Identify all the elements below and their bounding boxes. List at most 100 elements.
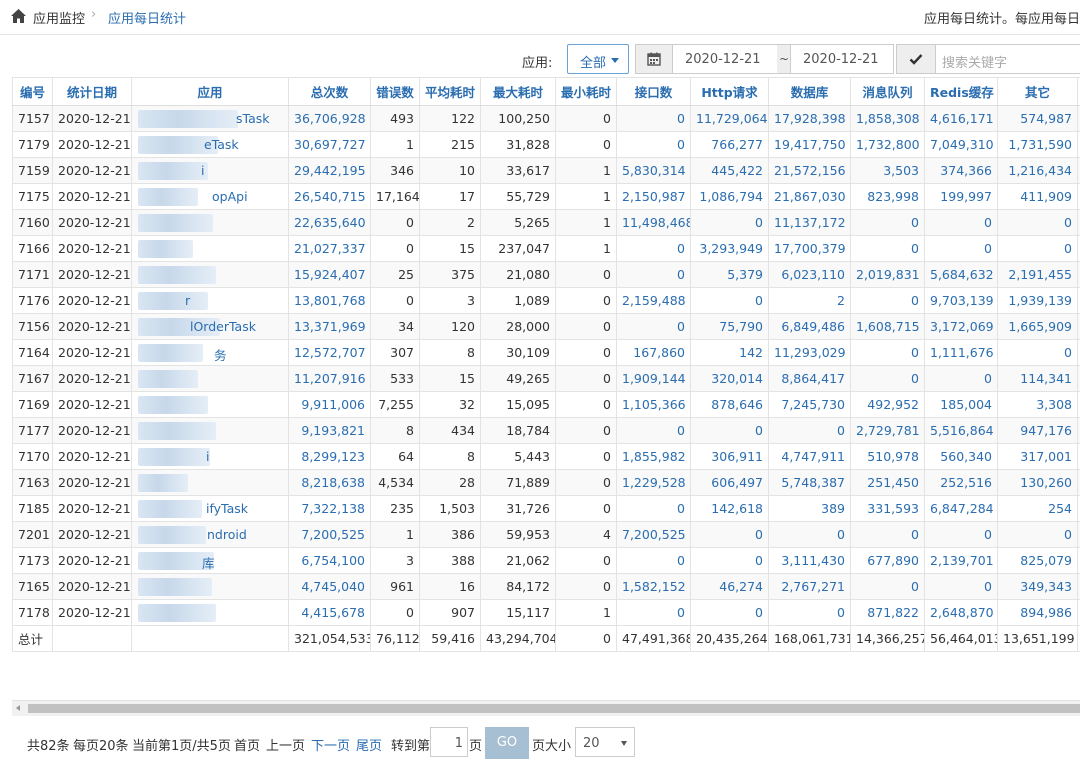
row-value[interactable]: 167,860 xyxy=(616,339,691,366)
row-value[interactable]: 947,176 xyxy=(997,417,1078,444)
row-value[interactable]: 12,572,707 xyxy=(288,339,371,366)
app-name-cell[interactable]: 务 xyxy=(131,339,289,366)
row-value[interactable]: 21,867,030 xyxy=(768,183,851,210)
row-value[interactable]: 114,341 xyxy=(997,365,1078,392)
calendar-button[interactable] xyxy=(635,44,673,74)
row-value[interactable]: 4,747,911 xyxy=(768,443,851,470)
app-name[interactable]: lOrderTask xyxy=(190,319,256,334)
app-name-cell[interactable] xyxy=(131,365,289,392)
app-name[interactable]: 库 xyxy=(202,553,215,572)
app-name-cell[interactable]: ndroid xyxy=(131,521,289,548)
row-value[interactable]: 252,516 xyxy=(924,469,998,496)
page-size-select[interactable]: 20 xyxy=(575,727,635,757)
row-value[interactable]: 251,450 xyxy=(850,469,925,496)
row-value[interactable]: 2,191,455 xyxy=(997,261,1078,288)
row-value[interactable]: 0 xyxy=(616,235,691,262)
row-value[interactable]: 0 xyxy=(690,521,769,548)
row-value[interactable]: 0 xyxy=(616,547,691,574)
table-row[interactable]: 7157 2020-12-21 sTask 36,706,928 493 122 100,2… xyxy=(12,105,1080,132)
search-input[interactable]: 搜索关键字 xyxy=(935,44,1080,74)
table-row[interactable]: 7173 2020-12-21 库 6,754,100 3 388 21,062 0 0 0 3,1… xyxy=(12,547,1080,574)
row-value[interactable]: 3,172,069 xyxy=(924,313,998,340)
table-row[interactable]: 7179 2020-12-21 eTask 30,697,727 1 215 31,828 0… xyxy=(12,131,1080,158)
row-value[interactable]: 5,516,864 xyxy=(924,417,998,444)
row-value[interactable]: 317,001 xyxy=(997,443,1078,470)
end-date-input[interactable]: 2020-12-21 xyxy=(790,44,894,74)
row-value[interactable]: 0 xyxy=(690,417,769,444)
first-page-link[interactable]: 首页 xyxy=(234,735,260,754)
scrollbar-thumb[interactable] xyxy=(28,704,1080,713)
row-value[interactable]: 5,684,632 xyxy=(924,261,998,288)
row-value[interactable]: 8,864,417 xyxy=(768,365,851,392)
row-value[interactable]: 0 xyxy=(850,339,925,366)
row-value[interactable]: 0 xyxy=(690,547,769,574)
row-value[interactable]: 331,593 xyxy=(850,495,925,522)
row-value[interactable]: 3,503 xyxy=(850,157,925,184)
row-value[interactable]: 0 xyxy=(690,209,769,236)
col-header-redis[interactable]: Redis缓存 xyxy=(924,77,998,106)
row-value[interactable]: 7,200,525 xyxy=(616,521,691,548)
row-value[interactable]: 0 xyxy=(616,495,691,522)
table-row[interactable]: 7171 2020-12-21 15,924,407 25 375 21,080 0 0 5,3… xyxy=(12,261,1080,288)
table-row[interactable]: 7185 2020-12-21 ifyTask 7,322,138 235 1,503 31… xyxy=(12,495,1080,522)
table-row[interactable]: 7159 2020-12-21 i 29,442,195 346 10 33,617 1 5,8… xyxy=(12,157,1080,184)
goto-page-input[interactable]: 1 xyxy=(430,727,468,757)
table-row[interactable]: 7201 2020-12-21 ndroid 7,200,525 1 386 59,953 4… xyxy=(12,521,1080,548)
app-select[interactable]: 全部 xyxy=(567,44,629,74)
row-value[interactable]: 46,274 xyxy=(690,573,769,600)
table-row[interactable]: 7167 2020-12-21 11,207,916 533 15 49,265 0 1,90… xyxy=(12,365,1080,392)
row-value[interactable]: 17,928,398 xyxy=(768,105,851,132)
row-value[interactable]: 6,754,100 xyxy=(288,547,371,574)
row-value[interactable]: 2,150,987 xyxy=(616,183,691,210)
row-value[interactable]: 0 xyxy=(850,235,925,262)
app-name[interactable]: ifyTask xyxy=(206,501,248,516)
app-name-cell[interactable]: eTask xyxy=(131,131,289,158)
row-value[interactable]: 11,498,468 xyxy=(616,209,691,236)
row-value[interactable]: 2 xyxy=(768,287,851,314)
app-name[interactable]: opApi xyxy=(212,189,248,204)
row-value[interactable]: 4,616,171 xyxy=(924,105,998,132)
table-row[interactable]: 7176 2020-12-21 r 13,801,768 0 3 1,089 0 2,159,4… xyxy=(12,287,1080,314)
row-value[interactable]: 2,648,870 xyxy=(924,599,998,626)
table-row[interactable]: 7164 2020-12-21 务 12,572,707 307 8 30,109 0 167,… xyxy=(12,339,1080,366)
table-row[interactable]: 7163 2020-12-21 8,218,638 4,534 28 71,889 0 1,2… xyxy=(12,469,1080,496)
row-value[interactable]: 185,004 xyxy=(924,391,998,418)
row-value[interactable]: 0 xyxy=(768,599,851,626)
app-name-cell[interactable] xyxy=(131,573,289,600)
col-header-avg[interactable]: 平均耗时 xyxy=(419,77,481,106)
row-value[interactable]: 7,049,310 xyxy=(924,131,998,158)
row-value[interactable]: 13,801,768 xyxy=(288,287,371,314)
row-value[interactable]: 9,703,139 xyxy=(924,287,998,314)
row-value[interactable]: 1,732,800 xyxy=(850,131,925,158)
scroll-left-icon[interactable] xyxy=(16,705,20,711)
row-value[interactable]: 2,019,831 xyxy=(850,261,925,288)
row-value[interactable]: 6,023,110 xyxy=(768,261,851,288)
row-value[interactable]: 389 xyxy=(768,495,851,522)
row-value[interactable]: 2,729,781 xyxy=(850,417,925,444)
app-name[interactable]: r xyxy=(185,293,190,308)
search-button[interactable] xyxy=(896,44,936,74)
row-value[interactable]: 11,729,064 xyxy=(690,105,769,132)
row-value[interactable]: 4,415,678 xyxy=(288,599,371,626)
row-value[interactable]: 677,890 xyxy=(850,547,925,574)
row-value[interactable]: 1,229,528 xyxy=(616,469,691,496)
app-name-cell[interactable] xyxy=(131,209,289,236)
row-value[interactable]: 2,139,701 xyxy=(924,547,998,574)
go-button[interactable]: GO xyxy=(485,727,529,759)
row-value[interactable]: 1,105,366 xyxy=(616,391,691,418)
row-value[interactable]: 492,952 xyxy=(850,391,925,418)
row-value[interactable]: 8,218,638 xyxy=(288,469,371,496)
col-header-http[interactable]: Http请求 xyxy=(690,77,769,106)
row-value[interactable]: 445,422 xyxy=(690,157,769,184)
row-value[interactable]: 1,731,590 xyxy=(997,131,1078,158)
row-value[interactable]: 13,371,969 xyxy=(288,313,371,340)
row-value[interactable]: 0 xyxy=(850,521,925,548)
row-value[interactable]: 19,417,750 xyxy=(768,131,851,158)
app-name-cell[interactable]: lOrderTask xyxy=(131,313,289,340)
row-value[interactable]: 0 xyxy=(997,209,1078,236)
row-value[interactable]: 894,986 xyxy=(997,599,1078,626)
row-value[interactable]: 7,322,138 xyxy=(288,495,371,522)
app-name-cell[interactable] xyxy=(131,391,289,418)
row-value[interactable]: 0 xyxy=(850,287,925,314)
row-value[interactable]: 0 xyxy=(850,365,925,392)
